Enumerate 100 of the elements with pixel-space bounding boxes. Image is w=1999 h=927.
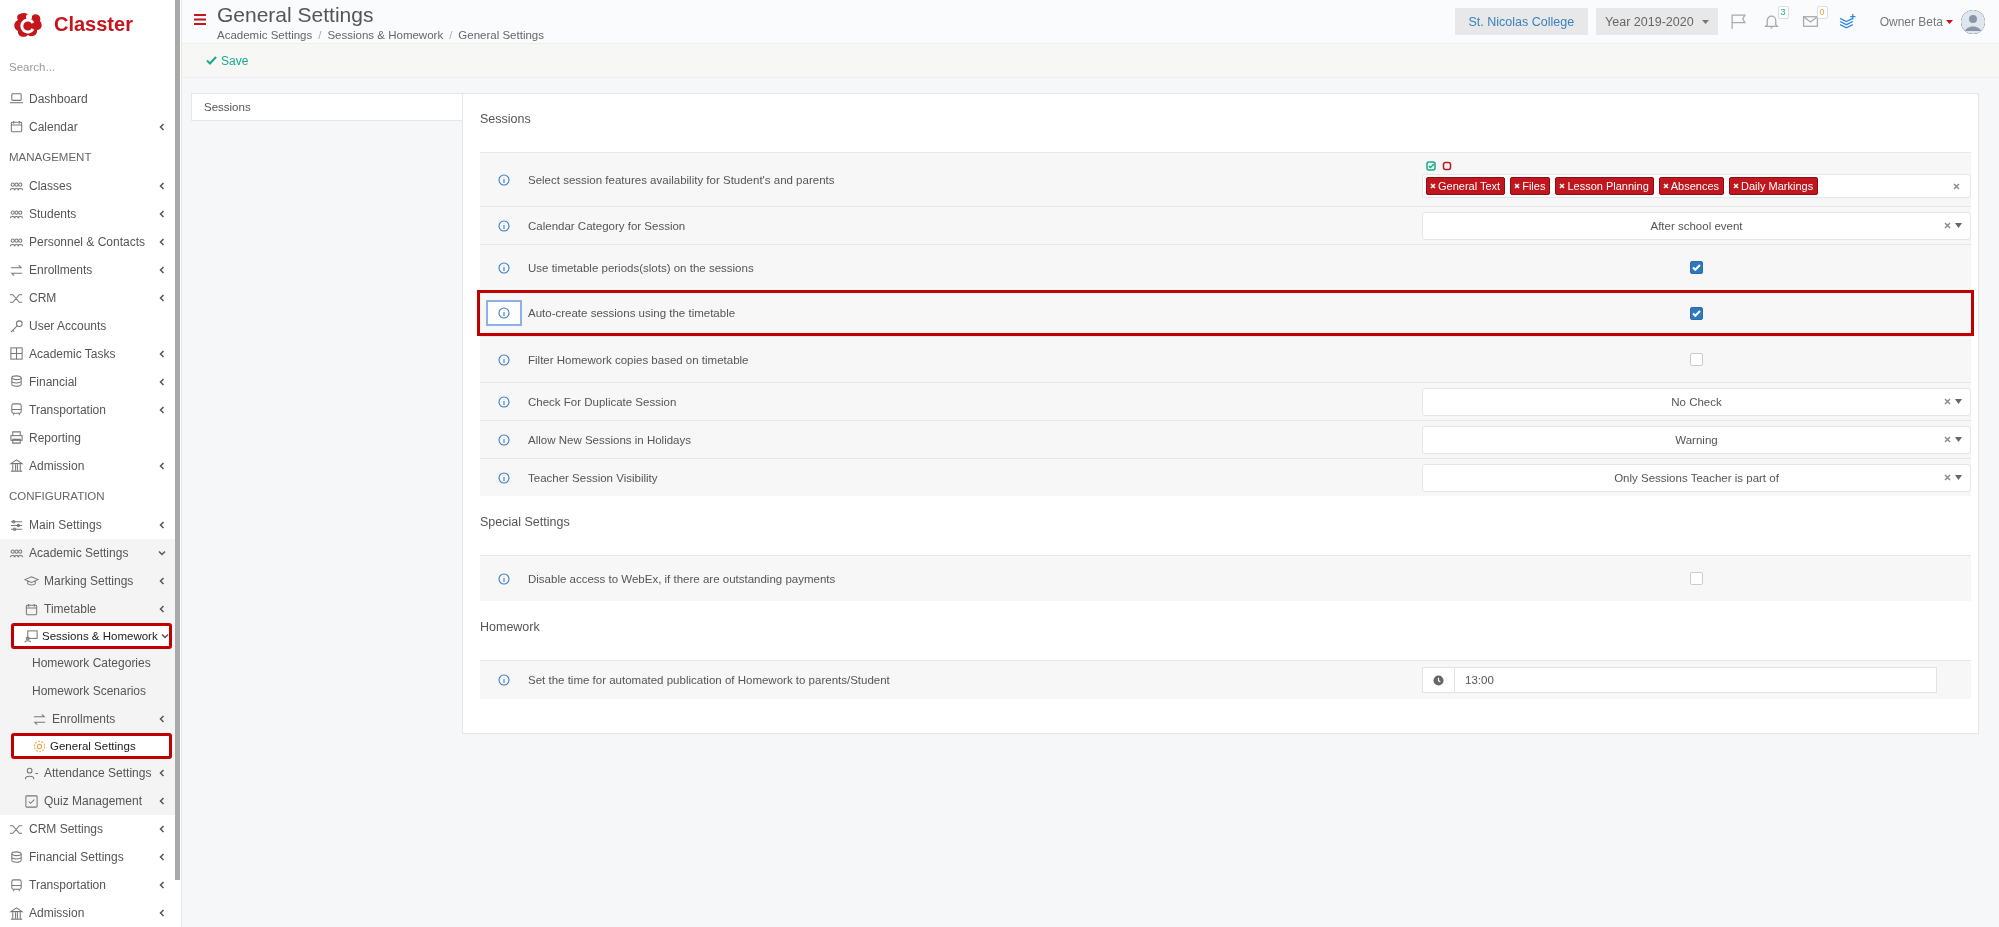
info-icon: [498, 261, 510, 274]
gear-icon: [32, 738, 47, 754]
setting-label: Auto-create sessions using the timetable: [528, 307, 737, 319]
info-icon: [498, 433, 510, 446]
cap-icon: [24, 573, 39, 589]
info-button[interactable]: [486, 300, 522, 326]
sidebar-item[interactable]: Transportation: [0, 871, 175, 900]
arrows-icon: [9, 262, 24, 278]
school-button[interactable]: St. Nicolas College: [1454, 8, 1589, 35]
tags-field[interactable]: General Text Files Lesson Planning Absences Daily Markings: [1422, 174, 1971, 198]
sidebar-item[interactable]: Enrollments: [0, 256, 175, 285]
breadcrumb-link[interactable]: Sessions & Homework: [327, 28, 444, 41]
section-title: Homework: [480, 619, 541, 636]
sidebar-item[interactable]: Attendance Settings: [0, 759, 175, 788]
select-field[interactable]: Only Sessions Teacher is part of: [1422, 463, 1971, 492]
sidebar-item[interactable]: Sessions & Homework: [11, 623, 172, 650]
tag[interactable]: Daily Markings: [1729, 177, 1819, 195]
sidebar-item[interactable]: CRM: [0, 284, 175, 313]
sidebar-item[interactable]: CRM Settings: [0, 815, 175, 844]
sidebar-item[interactable]: Enrollments: [0, 705, 175, 734]
sidebar-item[interactable]: Students: [0, 200, 175, 229]
select-field[interactable]: Warning: [1422, 425, 1971, 454]
caret-icon: [1955, 474, 1962, 480]
avatar[interactable]: [1961, 9, 1985, 34]
sidebar-item[interactable]: Personnel & Contacts: [0, 228, 175, 257]
clear-icon[interactable]: [1944, 397, 1951, 405]
select-field[interactable]: No Check: [1422, 387, 1971, 416]
layers-icon[interactable]: [1838, 13, 1856, 30]
sidebar-item[interactable]: Transportation: [0, 395, 175, 424]
chevron-icon: [158, 182, 166, 191]
sidebar-item[interactable]: Homework Categories: [0, 649, 175, 678]
envelope-icon[interactable]: [1801, 13, 1819, 30]
checkbox[interactable]: [1690, 261, 1703, 274]
time-field[interactable]: 13:00: [1422, 667, 1937, 693]
sidebar-item[interactable]: Financial: [0, 367, 175, 396]
sidebar-item[interactable]: User Accounts: [0, 312, 175, 340]
bell-icon[interactable]: [1762, 13, 1780, 30]
setting-label: Check For Duplicate Session: [528, 395, 678, 408]
caret-icon: [1701, 19, 1709, 24]
sidebar-item[interactable]: Dashboard: [0, 84, 175, 113]
checkbox[interactable]: [1690, 306, 1703, 320]
clear-icon[interactable]: [1953, 182, 1960, 190]
page-title: General Settings: [217, 2, 375, 27]
clock-icon: [1433, 674, 1444, 686]
search-field[interactable]: Search...: [9, 61, 159, 74]
chevron-icon: [158, 715, 166, 724]
chevron-icon: [158, 881, 166, 890]
tag[interactable]: Lesson Planning: [1555, 177, 1654, 195]
sidebar-item[interactable]: Homework Scenarios: [0, 677, 175, 706]
chevron-icon: [158, 825, 166, 834]
setting-label: Teacher Session Visibility: [528, 471, 659, 484]
chevron-icon: [158, 853, 166, 862]
breadcrumb-link[interactable]: Academic Settings: [217, 28, 313, 41]
sidebar-item[interactable]: Academic Tasks: [0, 340, 175, 368]
sidebar-item[interactable]: Financial Settings: [0, 843, 175, 872]
sidebar-item[interactable]: Admission: [0, 899, 175, 927]
tag[interactable]: Files: [1510, 177, 1551, 195]
checkbox-icon: [24, 793, 39, 809]
remove-icon[interactable]: [1662, 183, 1669, 189]
setting-label: Disable access to WebEx, if there are outstanding payments: [528, 572, 837, 585]
chevron-icon: [158, 605, 166, 614]
info-icon: [498, 572, 510, 585]
sidebar-item[interactable]: Timetable: [0, 595, 175, 624]
remove-icon[interactable]: [1733, 183, 1740, 189]
scrollbar[interactable]: [175, 0, 180, 880]
remove-icon[interactable]: [1430, 183, 1436, 189]
select-field[interactable]: After school event: [1422, 211, 1971, 240]
sidebar-item[interactable]: Marking Settings: [0, 567, 175, 596]
chevron-icon: [158, 122, 166, 131]
clear-icon[interactable]: [1944, 435, 1951, 443]
sidebar-item[interactable]: Academic Settings: [0, 539, 175, 568]
year-dropdown[interactable]: Year 2019-2020: [1596, 8, 1718, 35]
section-heading: CONFIGURATION: [8, 488, 106, 504]
tag[interactable]: Absences: [1658, 177, 1725, 195]
tab[interactable]: Sessions: [191, 93, 462, 121]
bank-icon: [9, 458, 24, 474]
sidebar-item[interactable]: Reporting: [0, 423, 175, 452]
chevron-icon: [158, 797, 166, 806]
remove-icon[interactable]: [1559, 183, 1566, 189]
board-icon: [24, 628, 39, 644]
sidebar-item[interactable]: Quiz Management: [0, 787, 175, 816]
remove-icon[interactable]: [1514, 183, 1521, 189]
caret-icon: [1955, 436, 1962, 442]
info-icon: [498, 173, 510, 186]
notification-count: 3: [1777, 6, 1789, 19]
clear-icon[interactable]: [1944, 221, 1951, 229]
sidebar-item[interactable]: General Settings: [11, 733, 172, 760]
brand-name: Classter: [54, 13, 133, 37]
tag[interactable]: General Text: [1426, 177, 1506, 195]
chevron-icon: [158, 461, 166, 470]
deselect-all-icon[interactable]: [1442, 161, 1452, 171]
user-menu[interactable]: Owner Beta: [1879, 14, 1953, 29]
flag-icon[interactable]: [1729, 13, 1747, 30]
sidebar-item[interactable]: Main Settings: [0, 511, 175, 540]
menu-icon[interactable]: [194, 14, 206, 25]
sidebar-item[interactable]: Admission: [0, 451, 175, 480]
select-all-icon[interactable]: [1426, 161, 1436, 171]
sidebar-item[interactable]: Classes: [0, 172, 175, 201]
clear-icon[interactable]: [1944, 473, 1951, 481]
sidebar-item[interactable]: Calendar: [0, 112, 175, 141]
